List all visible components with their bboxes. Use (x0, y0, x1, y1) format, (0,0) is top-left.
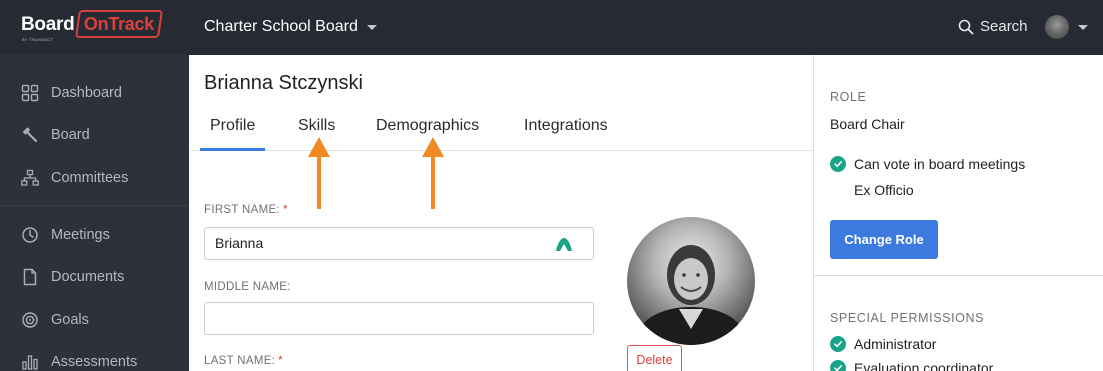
sidebar-item-documents[interactable]: Documents (0, 259, 189, 295)
page-title: Brianna Stczynski (204, 72, 363, 94)
portrait-image (639, 245, 743, 345)
tab-integrations[interactable]: Integrations (524, 117, 608, 151)
check-circle-icon (830, 336, 846, 352)
sidebar-item-board[interactable]: Board (0, 117, 189, 153)
required-marker: * (278, 355, 283, 367)
logo-text-ontrack: OnTrack (83, 14, 154, 34)
logo-text-board: Board (21, 14, 75, 35)
permission-item: Administrator (830, 336, 936, 352)
target-icon (21, 311, 39, 329)
panel-divider (814, 275, 1103, 276)
boardontrack-logo[interactable]: Board OnTrack BY TRANSACT (21, 10, 171, 46)
annotation-arrow-skills (308, 137, 330, 209)
permission-label: Evaluation coordinator (854, 360, 994, 371)
file-icon (21, 268, 39, 286)
can-vote-label: Can vote in board meetings (854, 156, 1026, 172)
search-label: Search (980, 18, 1028, 35)
sidebar-item-label: Dashboard (51, 85, 122, 101)
grid-icon (21, 84, 39, 102)
logo-subtitle: BY TRANSACT (22, 37, 54, 42)
gavel-icon (21, 126, 39, 144)
chevron-down-icon (1078, 24, 1088, 30)
role-value: Board Chair (830, 116, 905, 132)
role-panel: ROLE Board Chair Can vote in board meeti… (813, 55, 1103, 371)
chevron-down-icon (366, 24, 377, 30)
search-button[interactable]: Search (958, 18, 1028, 35)
logo-badge: OnTrack (75, 10, 163, 38)
special-permissions-heading: SPECIAL PERMISSIONS (830, 311, 985, 325)
clock-icon (21, 226, 39, 244)
first-name-label-text: FIRST NAME: (204, 204, 280, 216)
permission-item: Evaluation coordinator (830, 360, 993, 371)
middle-name-label-text: MIDDLE NAME: (204, 281, 291, 293)
profile-photo[interactable] (627, 217, 755, 345)
check-circle-icon (830, 156, 846, 172)
can-vote-row: Can vote in board meetings (830, 156, 1025, 172)
delete-photo-button[interactable]: Delete (627, 345, 682, 371)
profile-tabs: Profile Skills Demographics Integrations (189, 110, 813, 151)
sidebar-item-assessments[interactable]: Assessments (0, 344, 189, 371)
sidebar-divider (0, 205, 189, 206)
bar-chart-icon (21, 353, 39, 371)
sitemap-icon (21, 169, 39, 187)
org-switcher[interactable]: Charter School Board (204, 18, 377, 36)
sidebar-item-goals[interactable]: Goals (0, 302, 189, 338)
role-heading: ROLE (830, 90, 867, 104)
middle-name-label: MIDDLE NAME: (204, 281, 291, 293)
top-bar: Board OnTrack BY TRANSACT Charter School… (0, 0, 1103, 55)
first-name-label: FIRST NAME: * (204, 204, 288, 216)
last-name-label-text: LAST NAME: (204, 355, 276, 367)
sidebar-item-label: Assessments (51, 354, 138, 370)
search-icon (958, 19, 974, 34)
user-menu[interactable] (1045, 15, 1088, 39)
required-marker: * (282, 204, 288, 216)
sidebar-item-label: Meetings (51, 227, 110, 243)
first-name-value: Brianna (215, 235, 264, 251)
first-name-field[interactable]: Brianna (204, 227, 594, 260)
sidebar-item-label: Committees (51, 170, 129, 186)
tab-profile[interactable]: Profile (200, 117, 266, 151)
profile-main: Brianna Stczynski Profile Skills Demogra… (189, 55, 813, 371)
last-name-label: LAST NAME: * (204, 355, 283, 367)
sidebar-item-label: Goals (51, 312, 89, 328)
sidebar-item-meetings[interactable]: Meetings (0, 217, 189, 253)
middle-name-field[interactable] (204, 302, 594, 335)
check-circle-icon (830, 360, 846, 371)
sidebar-item-label: Board (51, 127, 90, 143)
password-manager-icon[interactable] (555, 235, 573, 253)
change-role-button[interactable]: Change Role (830, 220, 938, 259)
sidebar-item-dashboard[interactable]: Dashboard (0, 75, 189, 111)
sidebar-item-label: Documents (51, 269, 125, 285)
avatar (1045, 15, 1069, 39)
sidebar: Dashboard Board Committees Meetings Docu… (0, 55, 189, 371)
ex-officio-label: Ex Officio (854, 182, 914, 198)
sidebar-item-committees[interactable]: Committees (0, 160, 189, 196)
annotation-arrow-demographics (422, 137, 444, 209)
permission-label: Administrator (854, 336, 937, 352)
org-name: Charter School Board (204, 18, 358, 35)
